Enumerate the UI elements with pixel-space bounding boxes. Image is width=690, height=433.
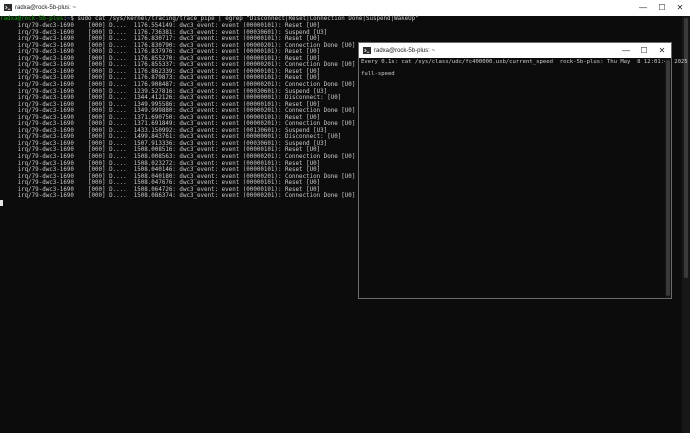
watch-title-bar[interactable]: radxa@rock-5b-plus: ~ — ☐ ✕ <box>359 43 671 58</box>
command-text: $ sudo cat /sys/kernel/tracing/trace_pip… <box>70 16 419 22</box>
main-title-bar[interactable]: radxa@rock-5b-plus: ~ — ☐ ✕ <box>0 0 690 16</box>
watch-scrollbar[interactable] <box>665 58 671 298</box>
text-cursor <box>0 200 3 207</box>
close-button[interactable]: ✕ <box>653 43 671 59</box>
watch-output: full-speed <box>361 71 395 77</box>
minimize-button[interactable]: — <box>634 0 652 16</box>
terminal-icon <box>4 4 12 11</box>
trace-line: irq/79-dwc3-1690 [000] D.... 1508.086374… <box>0 193 356 200</box>
maximize-button[interactable]: ☐ <box>653 0 671 16</box>
watch-scrollbar-thumb[interactable] <box>666 60 670 296</box>
terminal-icon <box>363 47 371 54</box>
watch-header: Every 0.1s: cat /sys/class/udc/fc400000.… <box>361 59 688 65</box>
main-scrollbar[interactable] <box>682 16 690 433</box>
close-button[interactable]: ✕ <box>671 0 689 16</box>
watch-terminal-window[interactable]: radxa@rock-5b-plus: ~ — ☐ ✕ Every 0.1s: … <box>358 42 688 299</box>
prompt-user-host: radxa@rock-5b-plus <box>0 16 64 22</box>
watch-terminal-content[interactable]: Every 0.1s: cat /sys/class/udc/fc400000.… <box>359 58 688 298</box>
watch-window-title: radxa@rock-5b-plus: ~ <box>374 48 435 54</box>
main-scrollbar-thumb[interactable] <box>684 18 688 278</box>
maximize-button[interactable]: ☐ <box>635 43 653 59</box>
command-line: radxa@rock-5b-plus:~$ sudo cat /sys/kern… <box>0 16 419 23</box>
main-window-title: radxa@rock-5b-plus: ~ <box>15 5 76 11</box>
minimize-button[interactable]: — <box>617 43 635 59</box>
